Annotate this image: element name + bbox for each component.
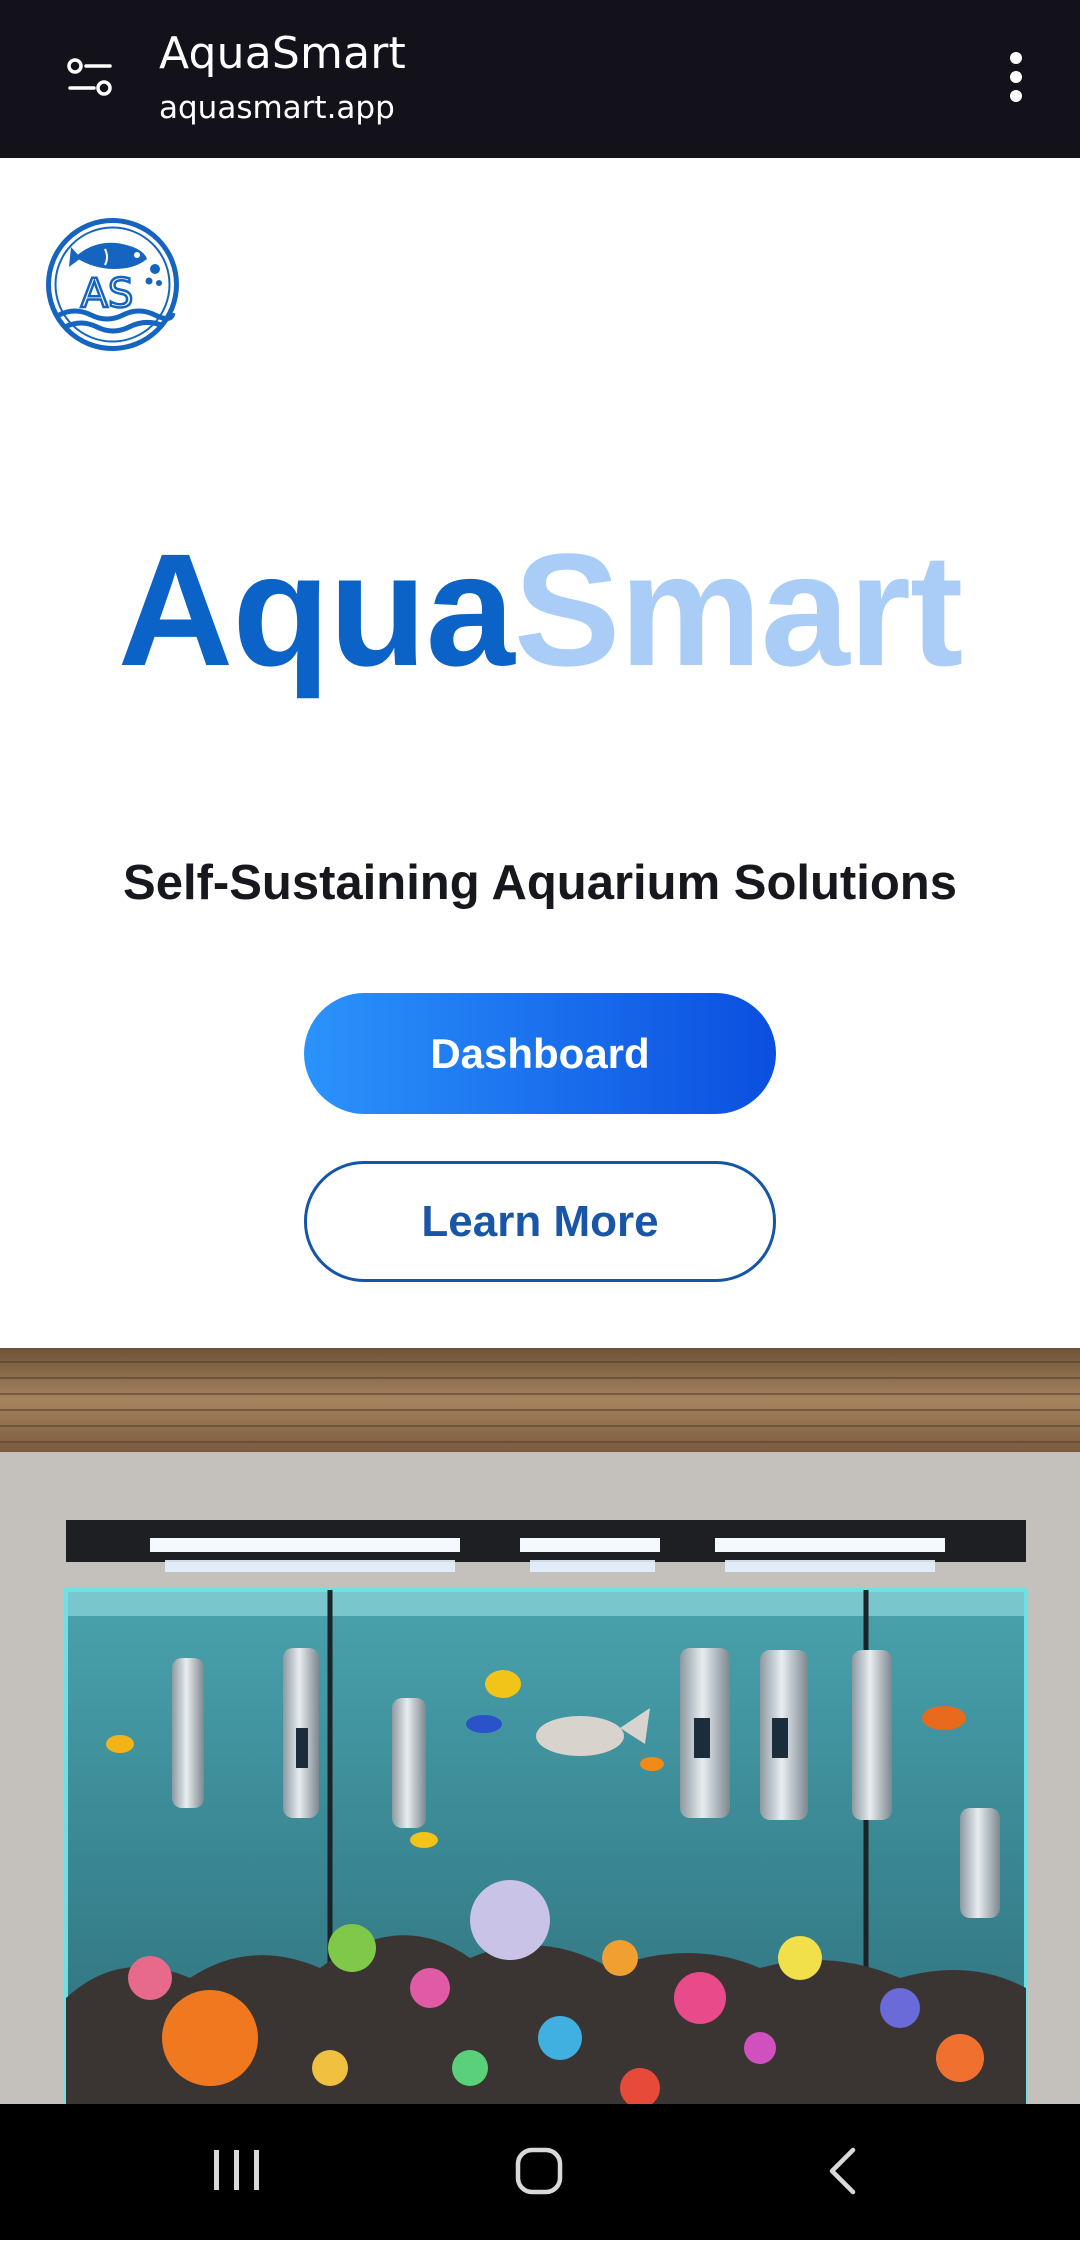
dashboard-button[interactable]: Dashboard	[304, 993, 776, 1114]
aquarium-illustration	[0, 1348, 1080, 2104]
wordmark-aqua: Aqua	[117, 520, 515, 699]
hero-wordmark: AquaSmart	[0, 520, 1080, 700]
more-vert-icon[interactable]	[996, 52, 1036, 106]
recents-icon[interactable]	[214, 2150, 259, 2190]
site-title: AquaSmart	[159, 28, 407, 79]
logo-monogram: AS	[81, 271, 134, 317]
learn-more-button[interactable]: Learn More	[304, 1161, 776, 1282]
back-icon[interactable]	[829, 2147, 856, 2195]
site-url[interactable]: aquasmart.app	[159, 90, 395, 126]
tagline: Self-Sustaining Aquarium Solutions	[123, 856, 957, 910]
aquasmart-logo[interactable]: AS	[45, 217, 180, 352]
tune-icon[interactable]	[66, 56, 114, 100]
wordmark-smart: Smart	[513, 520, 964, 699]
browser-top-bar: AquaSmart aquasmart.app	[0, 0, 1080, 158]
system-nav-bar	[0, 2104, 1080, 2240]
home-icon[interactable]	[515, 2147, 563, 2195]
